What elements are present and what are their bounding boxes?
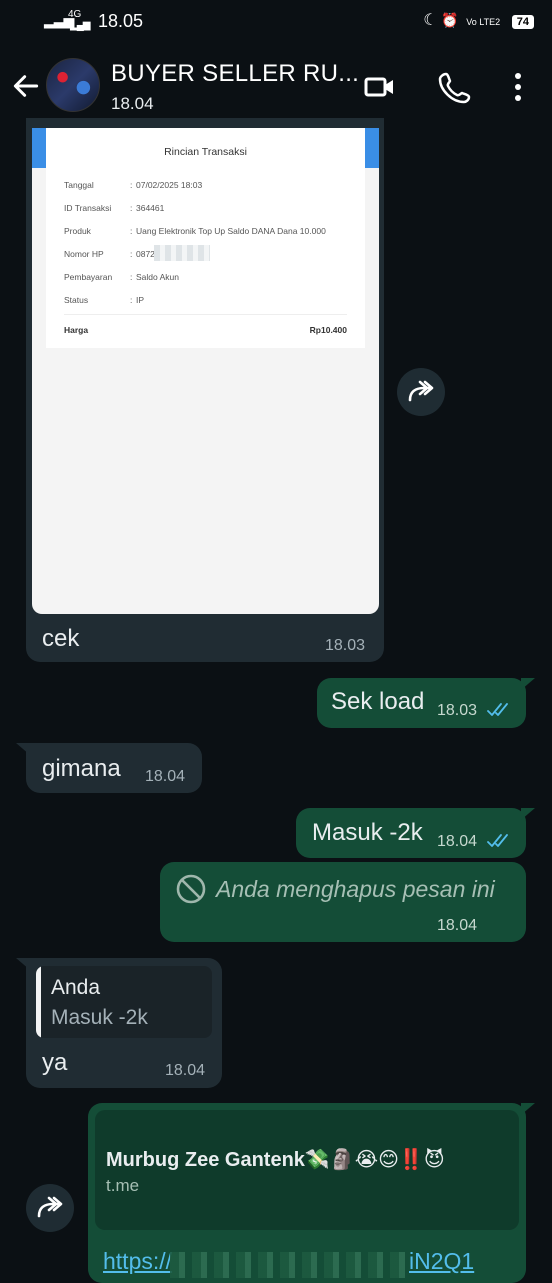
read-receipt-icon bbox=[487, 703, 508, 716]
emoji-sequence: 💸🗿😭😊‼️😈 bbox=[304, 1149, 445, 1171]
forward-icon bbox=[408, 380, 434, 402]
quote-author: Anda bbox=[51, 976, 101, 999]
message-time: 18.04 bbox=[437, 917, 478, 934]
message-time: 18.03 bbox=[325, 637, 366, 654]
message-time: 18.04 bbox=[165, 1062, 206, 1079]
status-bar: ▂▃▅ 4G ▂▄▆ 18.05 ☾ ⏰ Vo LTE2 74 bbox=[0, 0, 552, 44]
group-avatar[interactable] bbox=[46, 58, 100, 112]
link-preview-domain: t.me bbox=[106, 1176, 140, 1195]
receipt-label: ID Transaksi bbox=[64, 203, 112, 213]
receipt-label: Pembayaran bbox=[64, 272, 113, 282]
receipt-label: Produk bbox=[64, 226, 91, 236]
redacted-link bbox=[170, 1252, 408, 1278]
forward-icon bbox=[37, 1196, 63, 1218]
read-receipt-icon bbox=[487, 834, 508, 847]
clock: 18.05 bbox=[98, 11, 144, 31]
receipt: Rincian Transaksi Tanggal : 07/02/2025 1… bbox=[46, 128, 365, 348]
receipt-label: Nomor HP bbox=[64, 249, 104, 259]
image-edge bbox=[32, 128, 46, 168]
message-text: Masuk -2k bbox=[312, 819, 423, 846]
receipt-label: Tanggal bbox=[64, 180, 94, 190]
moon-icon: ☾ bbox=[423, 12, 438, 29]
alarm-icon: ⏰ bbox=[441, 12, 459, 28]
battery-icon: 74 bbox=[511, 15, 534, 29]
bubble-tail bbox=[521, 678, 535, 690]
receipt-value: 364461 bbox=[136, 203, 165, 213]
receipt-sep: : bbox=[130, 203, 133, 213]
receipt-total-value: Rp10.400 bbox=[309, 325, 347, 335]
forward-button[interactable] bbox=[397, 368, 445, 416]
receipt-sep: : bbox=[130, 226, 133, 236]
message-text: ya bbox=[42, 1049, 68, 1076]
image-edge bbox=[365, 128, 379, 168]
volte-icon: Vo LTE2 bbox=[466, 17, 501, 27]
back-arrow-icon[interactable] bbox=[10, 70, 42, 102]
bubble-tail bbox=[521, 808, 535, 820]
deleted-icon bbox=[176, 874, 206, 904]
chat-subtitle[interactable]: 18.04 bbox=[111, 94, 154, 114]
message-time: 18.04 bbox=[145, 768, 186, 785]
message-text: gimana bbox=[42, 755, 121, 782]
deleted-text: Anda menghapus pesan ini bbox=[216, 876, 495, 902]
quote-text: Masuk -2k bbox=[51, 1006, 148, 1029]
receipt-value: 07/02/2025 18:03 bbox=[136, 180, 203, 190]
link-text-end[interactable]: iN2Q1 bbox=[409, 1248, 474, 1275]
receipt-value: IP bbox=[136, 295, 145, 305]
phone-call-icon[interactable] bbox=[438, 70, 472, 104]
receipt-value: 0872 bbox=[136, 249, 155, 259]
status-right: ☾ ⏰ Vo LTE2 74 bbox=[423, 10, 534, 30]
video-call-icon[interactable] bbox=[362, 70, 396, 104]
receipt-label: Status bbox=[64, 295, 89, 305]
link-preview-card[interactable]: Murbug Zee Gantenk💸🗿😭😊‼️😈 t.me bbox=[95, 1110, 519, 1230]
network-type: 4G bbox=[68, 9, 82, 20]
forward-button[interactable] bbox=[26, 1184, 74, 1232]
redacted-phone bbox=[154, 245, 210, 261]
link-text-start[interactable]: https:// bbox=[103, 1248, 172, 1275]
message-text: cek bbox=[42, 625, 80, 652]
link-preview-title: Murbug Zee Gantenk💸🗿😭😊‼️😈 bbox=[106, 1149, 445, 1171]
receipt-sep: : bbox=[130, 180, 133, 190]
receipt-sep: : bbox=[130, 272, 133, 282]
signal-bars-icon: ▂▄▆ bbox=[70, 20, 90, 31]
message-time: 18.04 bbox=[437, 833, 478, 850]
receipt-value: Uang Elektronik Top Up Saldo DANA Dana 1… bbox=[136, 226, 326, 236]
receipt-divider bbox=[64, 314, 347, 315]
receipt-total-label: Harga bbox=[64, 325, 89, 335]
quoted-message[interactable]: Anda Masuk -2k bbox=[36, 966, 212, 1038]
receipt-sep: : bbox=[130, 249, 133, 259]
message-time: 18.03 bbox=[437, 702, 478, 719]
chat-title[interactable]: BUYER SELLER RU... bbox=[111, 60, 359, 88]
receipt-title: Rincian Transaksi bbox=[164, 146, 247, 158]
more-options-icon[interactable] bbox=[501, 70, 535, 104]
receipt-image[interactable]: Rincian Transaksi Tanggal : 07/02/2025 1… bbox=[32, 128, 379, 614]
bubble-tail bbox=[521, 1103, 535, 1115]
receipt-sep: : bbox=[130, 295, 133, 305]
quote-bar bbox=[36, 966, 41, 1038]
message-text: Sek load bbox=[331, 688, 425, 715]
receipt-value: Saldo Akun bbox=[136, 272, 180, 282]
